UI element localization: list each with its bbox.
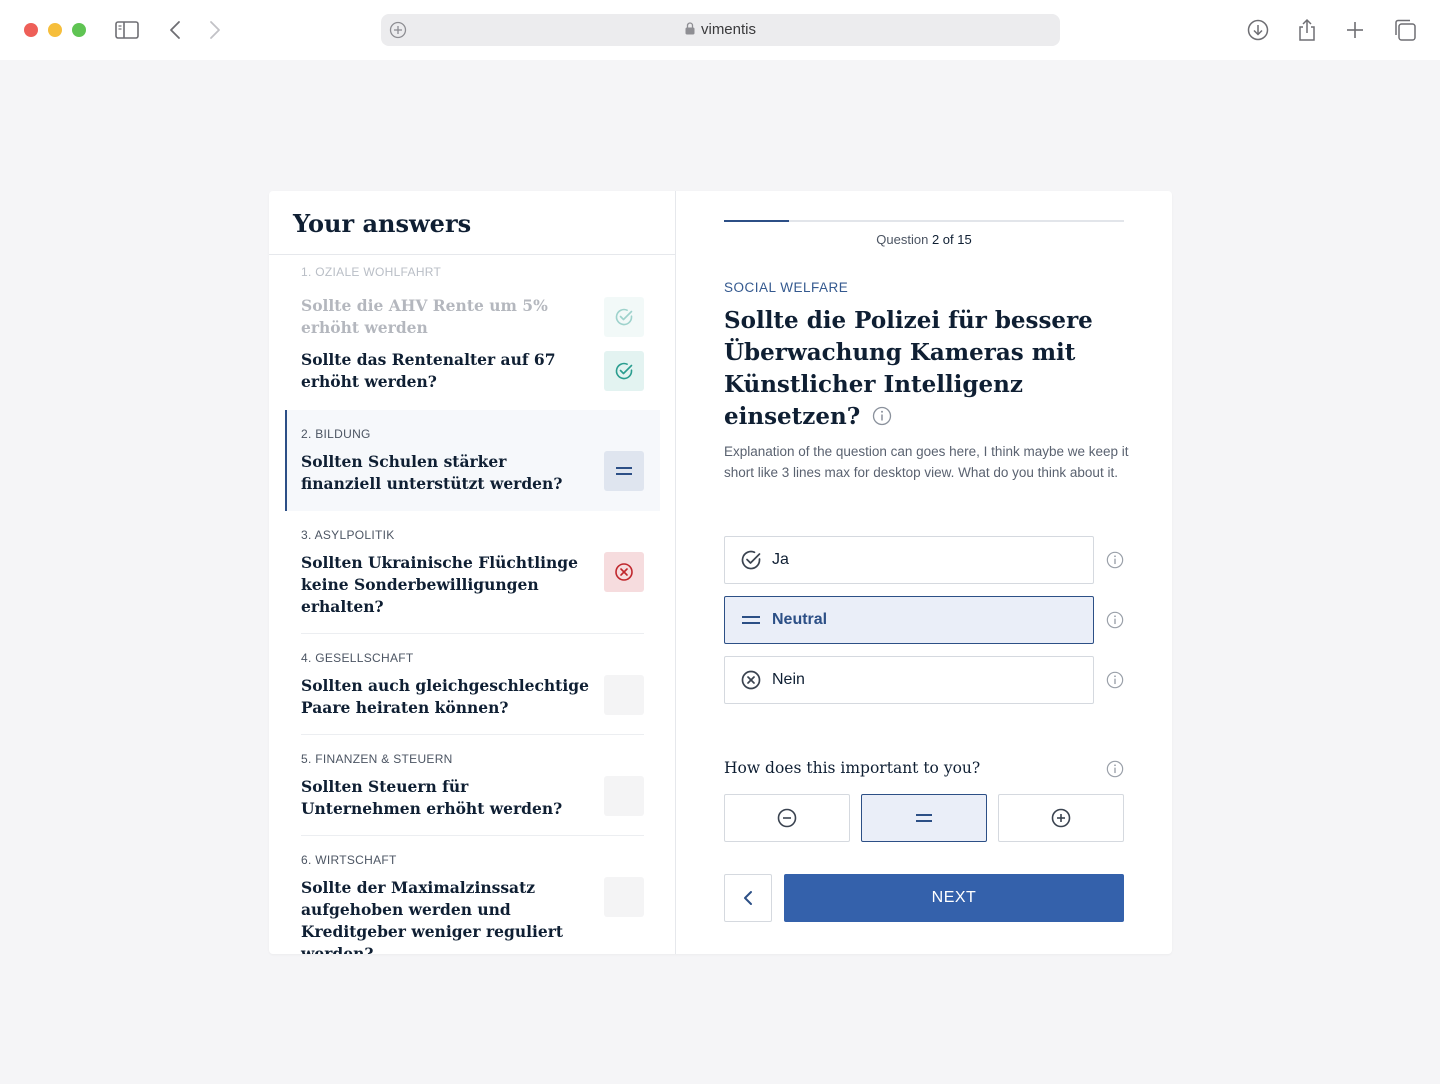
answer-badge-empty[interactable] <box>604 675 644 715</box>
url-text: vimentis <box>700 21 756 38</box>
minus-circle-icon <box>777 808 797 828</box>
tab-overview-icon[interactable] <box>1393 18 1417 42</box>
equals-icon <box>742 616 760 624</box>
back-icon[interactable] <box>163 18 187 42</box>
answer-badge-yes[interactable] <box>604 351 644 391</box>
x-circle-icon <box>615 563 633 581</box>
category-label: 4. GESELLSCHAFT <box>301 651 414 665</box>
question-explanation: Explanation of the question can goes her… <box>724 444 1129 480</box>
info-icon[interactable] <box>1106 551 1124 569</box>
question-title-text: Sollte die Polizei für bessere Überwachu… <box>724 307 1093 430</box>
answer-question[interactable]: Sollte der Maximalzinssatz aufgehoben we… <box>301 877 591 954</box>
answers-list: 1. OZIALE WOHLFAHRT Sollte die AHV Rente… <box>269 255 675 954</box>
row-divider <box>301 835 644 836</box>
importance-more-button[interactable] <box>998 794 1124 842</box>
category-label: 3. ASYLPOLITIK <box>301 528 395 542</box>
equals-icon <box>616 467 632 475</box>
lock-icon <box>685 22 695 39</box>
info-icon[interactable] <box>1106 671 1124 689</box>
progress-prefix: Question <box>876 232 929 247</box>
browser-toolbar: vimentis <box>0 0 1440 60</box>
answer-question[interactable]: Sollten auch gleichgeschlechtige Paare h… <box>301 675 591 719</box>
answer-badge-no[interactable] <box>604 552 644 592</box>
answer-question[interactable]: Sollten Schulen stärker finanziell unter… <box>301 451 591 495</box>
category-label: 1. OZIALE WOHLFAHRT <box>301 265 442 279</box>
info-icon[interactable] <box>872 403 892 435</box>
answer-question[interactable]: Sollte die AHV Rente um 5% erhöht werden <box>301 295 591 339</box>
previous-button[interactable] <box>724 874 772 922</box>
sidebar-toggle-icon[interactable] <box>115 18 139 42</box>
row-divider <box>301 734 644 735</box>
category-label: 6. WIRTSCHAFT <box>301 853 397 867</box>
share-icon[interactable] <box>1295 18 1319 42</box>
option-label: Nein <box>772 671 805 688</box>
next-button[interactable]: NEXT <box>784 874 1124 922</box>
option-ja[interactable]: Ja <box>724 536 1094 584</box>
answer-badge-empty[interactable] <box>604 776 644 816</box>
close-window-button[interactable] <box>24 23 38 37</box>
question-category: SOCIAL WELFARE <box>724 280 849 295</box>
questionnaire-card: Your answers 1. OZIALE WOHLFAHRT Sollte … <box>269 191 1172 954</box>
answer-question[interactable]: Sollten Steuern für Unternehmen erhöht w… <box>301 776 591 820</box>
importance-neutral-button[interactable] <box>861 794 987 842</box>
answer-question[interactable]: Sollte das Rentenalter auf 67 erhöht wer… <box>301 349 591 393</box>
answer-badge-neutral[interactable] <box>604 451 644 491</box>
progress-count: 2 of 15 <box>931 232 972 247</box>
importance-less-button[interactable] <box>724 794 850 842</box>
download-icon[interactable] <box>1246 18 1270 42</box>
option-label: Ja <box>772 551 789 568</box>
check-circle-icon <box>615 362 633 380</box>
row-divider <box>301 633 644 634</box>
x-circle-icon <box>741 670 761 690</box>
check-circle-icon <box>615 308 633 326</box>
answers-panel: Your answers 1. OZIALE WOHLFAHRT Sollte … <box>269 191 676 954</box>
answers-title: Your answers <box>293 209 472 238</box>
info-icon[interactable] <box>1106 611 1124 629</box>
question-title: Sollte die Polizei für bessere Überwachu… <box>724 305 1124 435</box>
address-bar[interactable]: vimentis <box>381 14 1060 46</box>
minimize-window-button[interactable] <box>48 23 62 37</box>
option-neutral[interactable]: Neutral <box>724 596 1094 644</box>
progress-text: Question 2 of 15 <box>724 232 1124 247</box>
answer-badge-yes[interactable] <box>604 297 644 337</box>
option-nein[interactable]: Nein <box>724 656 1094 704</box>
answer-badge-empty[interactable] <box>604 877 644 917</box>
importance-label: How does this important to you? <box>724 759 981 777</box>
category-label: 5. FINANZEN & STEUERN <box>301 752 453 766</box>
plus-circle-icon <box>1051 808 1071 828</box>
progress-bar <box>724 220 1124 222</box>
forward-icon[interactable] <box>203 18 227 42</box>
check-circle-icon <box>741 550 761 570</box>
chevron-left-icon <box>744 891 752 905</box>
zoom-window-button[interactable] <box>72 23 86 37</box>
info-icon[interactable] <box>1106 760 1124 783</box>
answer-question[interactable]: Sollten Ukrainische Flüchtlinge keine So… <box>301 552 591 618</box>
category-label: 2. BILDUNG <box>301 427 371 441</box>
equals-icon <box>916 814 932 822</box>
option-label: Neutral <box>772 611 828 628</box>
new-tab-icon[interactable] <box>1343 18 1367 42</box>
progress-bar-fill <box>724 220 789 222</box>
